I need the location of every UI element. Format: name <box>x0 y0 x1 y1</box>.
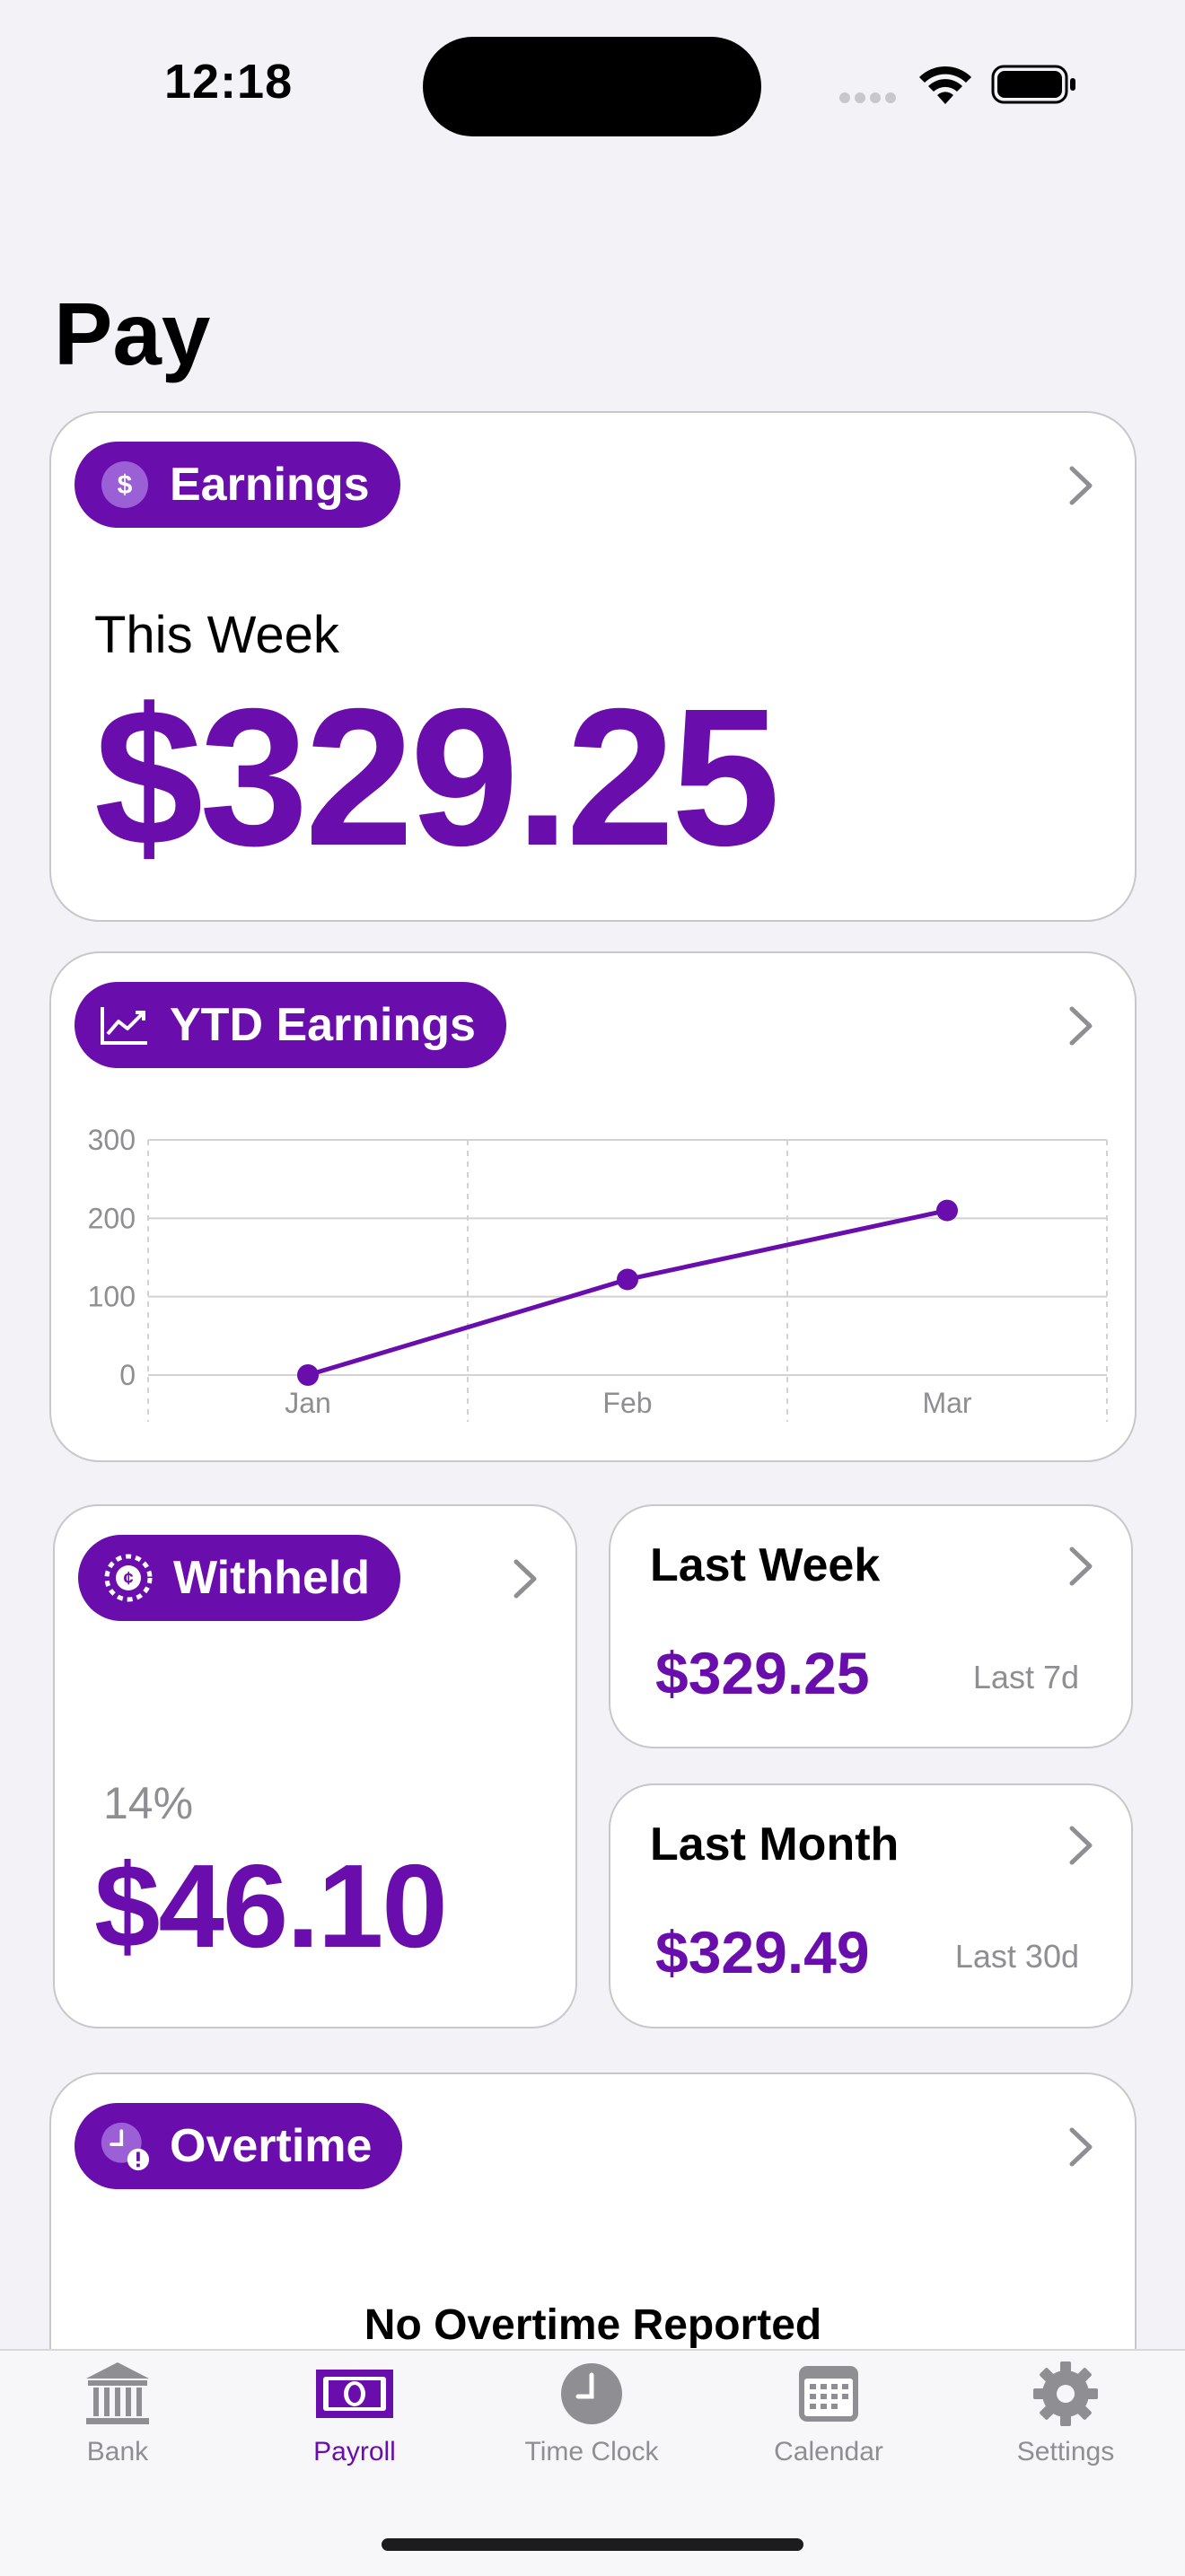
chevron-right-icon[interactable] <box>1068 2126 1093 2168</box>
tab-calendar[interactable]: Calendar <box>721 2361 936 2467</box>
last-month-amount: $329.49 <box>655 1919 870 1985</box>
earnings-period: This Week <box>94 606 339 664</box>
cellular-signal-icon <box>839 92 900 103</box>
last-month-title: Last Month <box>650 1818 900 1871</box>
chevron-right-icon[interactable] <box>513 1558 538 1599</box>
chevron-right-icon[interactable] <box>1068 465 1093 506</box>
withheld-label: Withheld <box>173 1552 371 1604</box>
ytd-data-point <box>297 1364 319 1386</box>
x-tick-label: Feb <box>602 1387 652 1419</box>
battery-icon <box>991 65 1075 104</box>
clock-alert-icon <box>100 2121 150 2171</box>
ytd-series-line <box>307 1208 948 1378</box>
ytd-line-chart: 0 100 200 300 Jan Feb Mar <box>88 1124 1108 1422</box>
earnings-pill: $ Earnings <box>75 442 400 528</box>
y-tick-label: 300 <box>88 1124 136 1156</box>
last-week-card[interactable]: Last Week $329.25 Last 7d <box>609 1504 1133 1748</box>
y-tick-label: 100 <box>88 1281 136 1313</box>
x-tick-label: Mar <box>922 1387 971 1419</box>
last-month-card[interactable]: Last Month $329.49 Last 30d <box>609 1783 1133 2028</box>
ytd-data-point <box>936 1199 958 1222</box>
earnings-label: Earnings <box>170 459 370 511</box>
calendar-icon <box>799 2366 858 2422</box>
dynamic-island <box>423 37 761 136</box>
status-time: 12:18 <box>164 55 294 109</box>
last-month-range: Last 30d <box>954 1938 1079 1975</box>
home-indicator <box>382 2538 803 2551</box>
withheld-pill: ¢ Withheld <box>78 1535 401 1621</box>
gear-icon <box>1033 2361 1098 2426</box>
last-week-range: Last 7d <box>972 1659 1079 1695</box>
earnings-card[interactable]: $ Earnings This Week $329.25 <box>49 411 1137 922</box>
chevron-right-icon[interactable] <box>1068 1825 1093 1866</box>
y-tick-label: 200 <box>88 1202 136 1234</box>
bank-icon <box>86 2362 149 2424</box>
tab-label: Bank <box>86 2437 149 2466</box>
payroll-icon <box>316 2370 393 2418</box>
ytd-earnings-card[interactable]: YTD Earnings 0 100 200 300 Jan Feb Mar <box>49 951 1137 1462</box>
overtime-label: Overtime <box>170 2120 373 2172</box>
page-title: Pay <box>54 285 211 383</box>
x-tick-label: Jan <box>285 1387 331 1419</box>
withheld-percent: 14% <box>103 1778 194 1828</box>
wifi-icon <box>919 66 971 104</box>
tab-time-clock[interactable]: Time Clock <box>484 2361 699 2467</box>
last-week-amount: $329.25 <box>655 1640 870 1706</box>
tab-payroll[interactable]: Payroll <box>247 2361 462 2467</box>
tab-bank[interactable]: Bank <box>10 2361 225 2467</box>
overtime-message: No Overtime Reported <box>364 2301 822 2349</box>
clock-icon <box>561 2363 622 2424</box>
withheld-coin-icon: ¢ <box>103 1553 154 1603</box>
overtime-pill: Overtime <box>75 2103 403 2189</box>
last-week-title: Last Week <box>650 1539 881 1591</box>
svg-text:$: $ <box>118 470 133 500</box>
tab-label: Payroll <box>313 2437 396 2466</box>
tab-label: Time Clock <box>524 2437 659 2466</box>
withheld-amount: $46.10 <box>94 1840 448 1972</box>
dollar-icon: $ <box>100 460 150 510</box>
svg-text:¢: ¢ <box>123 1569 133 1589</box>
earnings-amount: $329.25 <box>94 669 780 887</box>
tab-label: Calendar <box>774 2437 883 2466</box>
tab-settings[interactable]: Settings <box>958 2361 1173 2467</box>
withheld-card[interactable]: ¢ Withheld 14% $46.10 <box>53 1504 577 2028</box>
tab-label: Settings <box>1016 2437 1115 2466</box>
chevron-right-icon[interactable] <box>1068 1546 1093 1587</box>
y-tick-label: 0 <box>119 1359 136 1391</box>
ytd-data-point <box>617 1268 638 1291</box>
